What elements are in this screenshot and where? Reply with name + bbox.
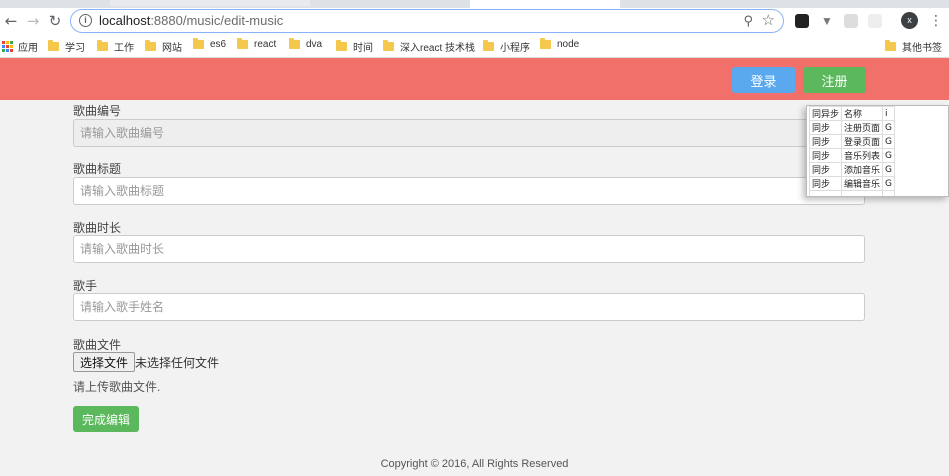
info-icon[interactable]: i xyxy=(79,14,92,27)
extension-icon[interactable] xyxy=(795,14,809,28)
song-duration-input[interactable] xyxy=(73,235,865,263)
folder-icon xyxy=(48,40,59,51)
bookmark-star-icon[interactable]: ☆ xyxy=(762,11,775,29)
route-table-panel: 同异步 名称 i 同步 注册页面 G 同步 登录页面 G 同步 音乐列表 G 同… xyxy=(806,105,949,197)
song-duration-label: 歌曲时长 xyxy=(73,221,122,235)
table-row: 同步 编辑音乐 G xyxy=(808,176,896,191)
song-title-input[interactable] xyxy=(73,177,865,205)
table-cell: 注册页面 xyxy=(841,120,884,135)
forward-arrow-icon[interactable]: → xyxy=(24,12,42,30)
table-cell: 编辑音乐 xyxy=(841,176,884,191)
table-row: 同步 注册页面 G xyxy=(808,120,896,135)
table-cell: G xyxy=(882,162,896,177)
table-cell: 同步 xyxy=(808,120,843,135)
bookmark-folder[interactable]: node xyxy=(540,38,579,50)
table-cell: 登录页面 xyxy=(841,134,884,149)
address-bar[interactable]: i localhost:8880/music/edit-music ⚲ ☆ xyxy=(70,9,784,33)
folder-icon xyxy=(97,40,108,51)
bookmark-folder[interactable]: 工作 xyxy=(97,39,134,54)
browser-tab-inactive[interactable] xyxy=(110,0,310,6)
extension-icon[interactable] xyxy=(868,14,882,28)
url-text[interactable]: localhost:8880/music/edit-music xyxy=(99,13,283,28)
table-row xyxy=(808,190,896,196)
folder-icon xyxy=(540,38,551,49)
menu-kebab-icon[interactable]: ⋮ xyxy=(929,12,943,29)
app-header: 登录 注册 xyxy=(0,58,949,100)
table-cell xyxy=(841,190,884,196)
table-cell: G xyxy=(882,134,896,149)
song-title-label: 歌曲标题 xyxy=(73,162,122,176)
bookmark-folder[interactable]: es6 xyxy=(193,38,226,50)
route-table: 同异步 名称 i 同步 注册页面 G 同步 登录页面 G 同步 音乐列表 G 同… xyxy=(808,106,896,196)
footer-copyright: Copyright © 2016, All Rights Reserved xyxy=(380,458,569,470)
file-help-text: 请上传歌曲文件. xyxy=(73,380,161,394)
song-id-label: 歌曲编号 xyxy=(73,104,122,118)
table-row: 同步 音乐列表 G xyxy=(808,148,896,163)
table-cell: 同步 xyxy=(808,176,843,191)
file-status-text: 未选择任何文件 xyxy=(135,356,220,370)
table-cell: 同步 xyxy=(808,134,843,149)
table-cell: 同步 xyxy=(808,148,843,163)
bookmark-folder[interactable]: 小程序 xyxy=(483,39,530,54)
apps-grid-icon xyxy=(2,41,13,52)
folder-icon xyxy=(289,38,300,49)
folder-icon xyxy=(145,40,156,51)
finish-edit-button[interactable]: 完成编辑 xyxy=(73,406,139,432)
bookmark-folder[interactable]: dva xyxy=(289,38,322,50)
bookmark-folder[interactable]: 时间 xyxy=(336,39,373,54)
table-cell xyxy=(808,190,843,196)
browser-toolbar: ← → ↻ i localhost:8880/music/edit-music … xyxy=(0,8,949,34)
register-button[interactable]: 注册 xyxy=(803,67,866,93)
extension-icon[interactable] xyxy=(844,14,858,28)
bookmark-folder[interactable]: 学习 xyxy=(48,39,85,54)
bookmark-folder[interactable]: 深入react 技术栈 xyxy=(383,39,475,54)
folder-icon xyxy=(483,40,494,51)
tab-strip xyxy=(0,0,949,8)
table-cell xyxy=(882,190,896,196)
table-header-cell: 同异步 xyxy=(808,106,843,121)
bookmark-apps[interactable]: 应用 xyxy=(2,39,38,54)
folder-icon xyxy=(885,40,896,51)
singer-label: 歌手 xyxy=(73,279,98,293)
table-cell: 同步 xyxy=(808,162,843,177)
song-file-label: 歌曲文件 xyxy=(73,338,122,352)
profile-avatar[interactable]: x xyxy=(901,12,918,29)
folder-icon xyxy=(336,40,347,51)
back-arrow-icon[interactable]: ← xyxy=(2,12,20,30)
zoom-icon[interactable]: ⚲ xyxy=(743,13,753,29)
table-header-row: 同异步 名称 i xyxy=(808,106,896,121)
table-cell: G xyxy=(882,148,896,163)
table-cell: G xyxy=(882,176,896,191)
singer-input[interactable] xyxy=(73,293,865,321)
bookmarks-bar: 应用 学习 工作 网站 es6 react dva 时间 深入react 技术栈… xyxy=(0,34,949,58)
folder-icon xyxy=(237,38,248,49)
song-id-input[interactable] xyxy=(73,119,865,147)
table-row: 同步 登录页面 G xyxy=(808,134,896,149)
reload-icon[interactable]: ↻ xyxy=(46,12,64,30)
table-cell: 添加音乐 xyxy=(841,162,884,177)
bookmark-folder[interactable]: 网站 xyxy=(145,39,182,54)
vue-devtools-icon[interactable]: ▼ xyxy=(820,14,834,28)
table-row: 同步 添加音乐 G xyxy=(808,162,896,177)
choose-file-button[interactable]: 选择文件 xyxy=(73,352,136,372)
table-cell: G xyxy=(882,120,896,135)
browser-tab-active[interactable] xyxy=(470,0,620,8)
table-header-cell: 名称 xyxy=(841,106,884,121)
table-cell: 音乐列表 xyxy=(841,148,884,163)
folder-icon xyxy=(193,38,204,49)
bookmark-other[interactable]: 其他书签 xyxy=(885,39,942,54)
login-button[interactable]: 登录 xyxy=(732,67,795,93)
table-header-cell: i xyxy=(882,106,896,121)
bookmark-folder[interactable]: react xyxy=(237,38,276,50)
folder-icon xyxy=(383,40,394,51)
